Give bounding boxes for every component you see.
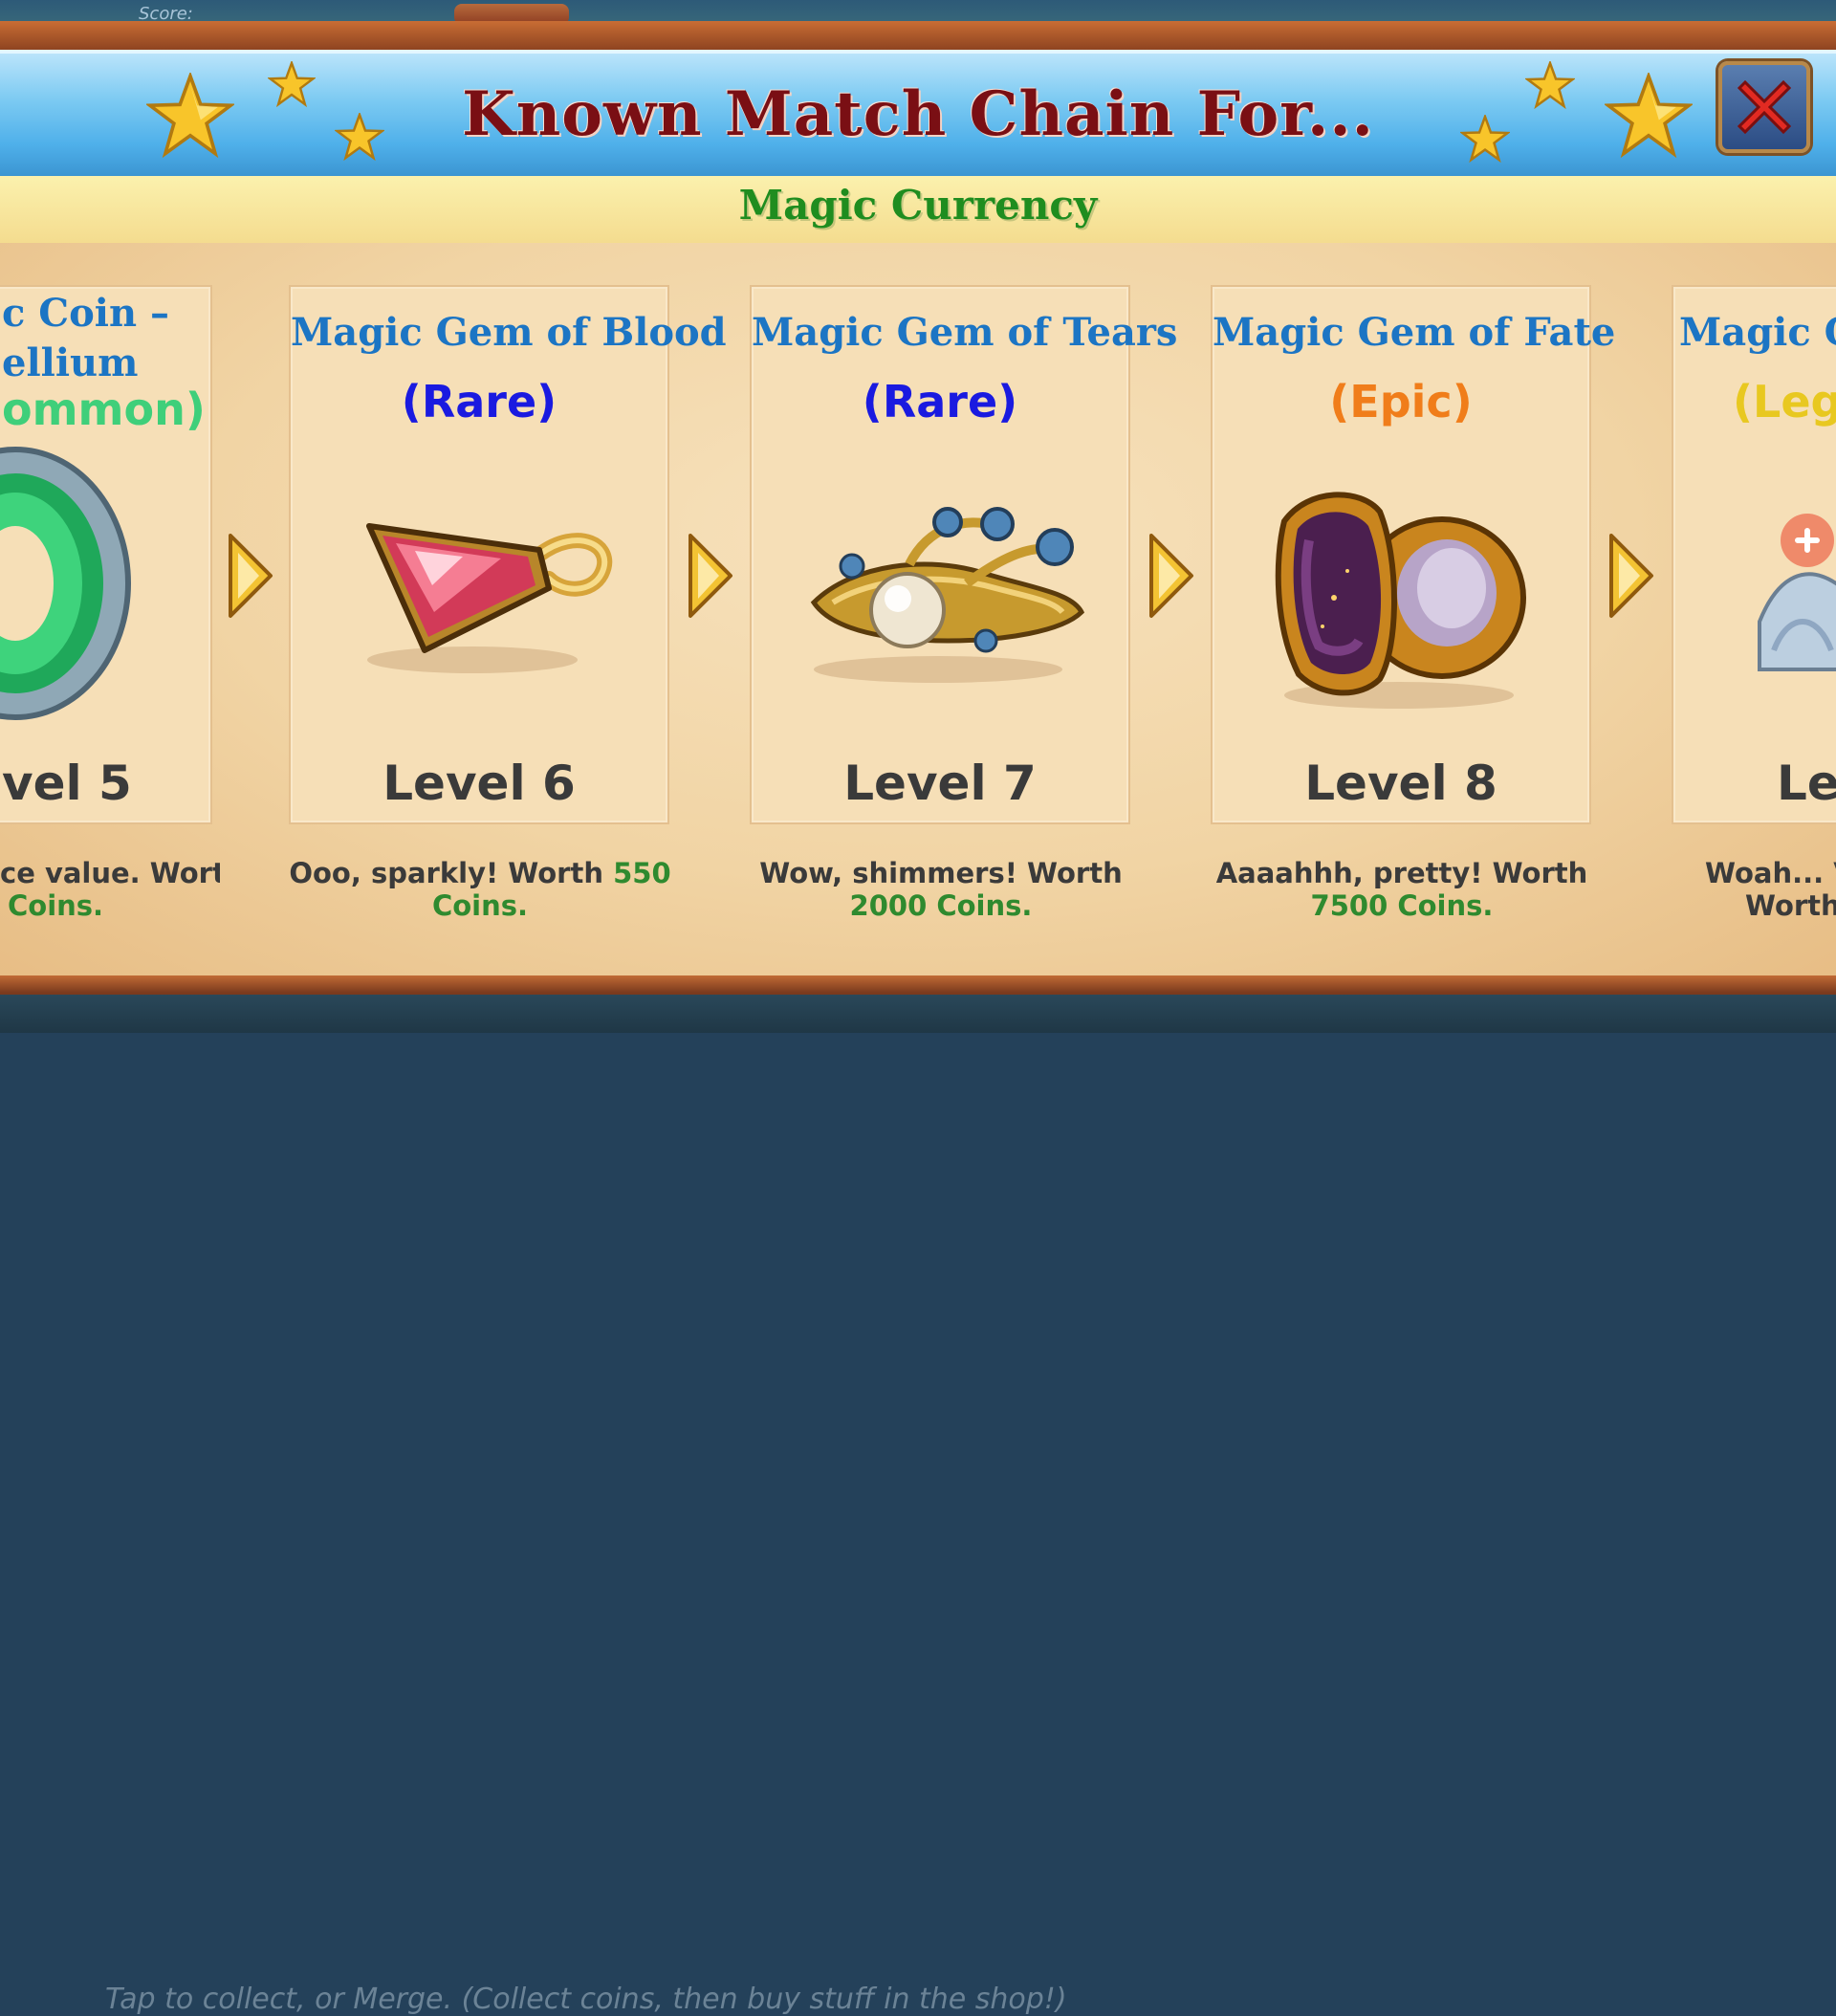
card-name: Magic Gem of Tears bbox=[752, 310, 1178, 355]
star-icon bbox=[268, 61, 316, 107]
chain-category: Magic Currency bbox=[738, 182, 1098, 229]
description-text: ce value. Worth bbox=[0, 857, 220, 889]
description-text: Aaaahhh, pretty! Worth bbox=[1215, 857, 1588, 889]
description-text: Woah... V bbox=[1705, 857, 1836, 889]
card-description: ce value. Worth Coins. bbox=[0, 857, 220, 933]
card-description: Wow, shimmers! Worth 2000 Coins. bbox=[721, 857, 1161, 922]
coin-value: Coins. bbox=[8, 889, 104, 922]
card-name: Magic G bbox=[1679, 310, 1836, 355]
coin-value: 2000 Coins. bbox=[849, 889, 1033, 922]
coin-value: 7500 Coins. bbox=[1310, 889, 1494, 922]
gem-of-blood-icon bbox=[366, 523, 613, 673]
card-rarity: (Rare) bbox=[862, 376, 1018, 427]
card-name: Magic Gem of Fate bbox=[1213, 310, 1616, 355]
card-level: vel 5 bbox=[2, 756, 132, 811]
card-frame: Magic G (Lege Le bbox=[1672, 285, 1836, 824]
description-text-line2: Worth bbox=[1745, 889, 1836, 922]
card-name-line2: ellium bbox=[2, 340, 139, 385]
card-level: Le bbox=[1777, 756, 1836, 811]
magic-coin-icon bbox=[0, 447, 131, 720]
card-rarity: ommon) bbox=[2, 383, 206, 435]
dialog-top-edge bbox=[0, 21, 1836, 50]
game-bottom-bar: Tap to collect, or Merge. (Collect coins… bbox=[0, 990, 1836, 2016]
coin-label: Coins. bbox=[431, 889, 529, 922]
star-icon bbox=[1605, 73, 1693, 159]
coin-value: 550 bbox=[613, 857, 671, 889]
chevron-right-icon bbox=[1149, 534, 1193, 618]
description-text: Ooo, sparkly! Worth bbox=[289, 857, 614, 889]
description-text: Wow, shimmers! Worth bbox=[759, 857, 1123, 889]
chain-card-level-8[interactable]: Magic Gem of Fate (Epic) Level 8 bbox=[1211, 285, 1616, 824]
card-description: Woah... V Worth bbox=[1664, 857, 1836, 933]
card-frame: c Coin – ellium ommon) vel 5 bbox=[0, 285, 212, 824]
card-level: Level 6 bbox=[382, 756, 576, 811]
card-name: Magic Gem of Blood bbox=[291, 310, 727, 355]
card-name: c Coin – bbox=[2, 291, 169, 336]
close-x-icon bbox=[1737, 79, 1792, 135]
star-icon bbox=[335, 113, 384, 161]
chain-card-level-5[interactable]: c Coin – ellium ommon) vel 5 bbox=[0, 285, 212, 824]
chain-card-level-7[interactable]: Magic Gem of Tears (Rare) Level 7 bbox=[750, 285, 1178, 824]
star-icon bbox=[146, 73, 234, 159]
chain-card-level-9[interactable]: Magic G (Lege Le bbox=[1672, 285, 1836, 824]
tiara-icon bbox=[1758, 514, 1836, 671]
gem-of-tears-icon bbox=[810, 507, 1085, 683]
card-rarity: (Epic) bbox=[1329, 376, 1473, 427]
card-rarity: (Rare) bbox=[401, 376, 557, 427]
card-description: Aaaahhh, pretty! Worth 7500 Coins. bbox=[1182, 857, 1622, 922]
hint-text: Tap to collect, or Merge. (Collect coins… bbox=[105, 1983, 1067, 2016]
gem-of-fate-icon bbox=[1275, 492, 1526, 709]
chain-card-level-6[interactable]: Magic Gem of Blood (Rare) Level 6 bbox=[289, 285, 727, 824]
chevron-right-icon bbox=[688, 534, 732, 618]
chevron-right-icon bbox=[229, 534, 273, 618]
star-icon bbox=[1525, 61, 1575, 109]
close-button[interactable] bbox=[1718, 61, 1810, 153]
chevron-right-icon bbox=[1609, 534, 1653, 618]
card-level: Level 8 bbox=[1304, 756, 1497, 811]
card-description: Ooo, sparkly! Worth 550 Coins. bbox=[260, 857, 700, 922]
star-icon bbox=[1460, 115, 1510, 163]
dialog-bottom-edge bbox=[0, 975, 1836, 993]
card-level: Level 7 bbox=[843, 756, 1037, 811]
card-rarity: (Lege bbox=[1733, 376, 1836, 427]
